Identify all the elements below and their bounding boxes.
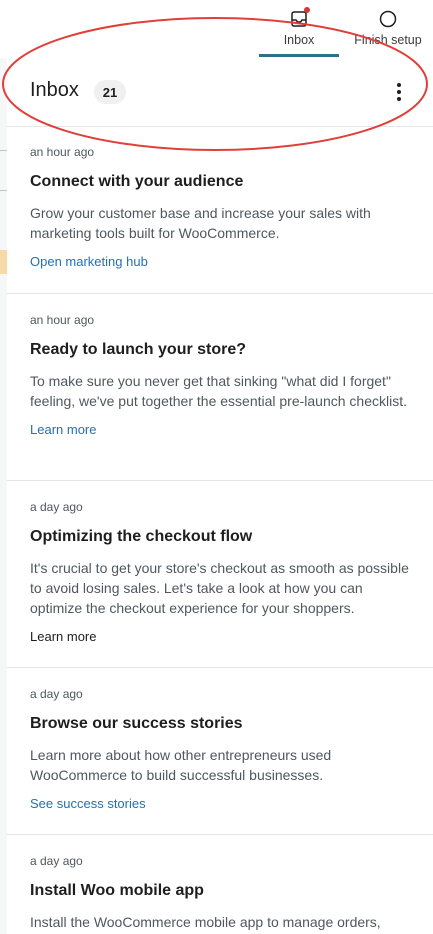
tab-finish-setup[interactable]: Finish setup: [346, 0, 430, 58]
inbox-icon: [289, 7, 310, 29]
divider: [0, 150, 7, 151]
divider: [0, 190, 7, 191]
note-timestamp: an hour ago: [30, 313, 95, 327]
tab-label: Inbox: [283, 33, 315, 47]
inbox-note: a day ago Install Woo mobile app Install…: [7, 835, 433, 934]
inbox-note: a day ago Optimizing the checkout flow I…: [7, 481, 433, 668]
more-options-button[interactable]: [391, 78, 407, 106]
note-timestamp: an hour ago: [30, 145, 95, 159]
tab-inbox[interactable]: Inbox: [262, 0, 336, 58]
note-action-link[interactable]: Learn more: [30, 629, 410, 644]
inbox-note: an hour ago Connect with your audience G…: [7, 126, 433, 294]
note-timestamp: a day ago: [30, 687, 83, 701]
note-action-link[interactable]: Open marketing hub: [30, 254, 410, 269]
highlight-strip: [0, 250, 7, 274]
activity-tabs: Inbox Finish setup: [0, 0, 433, 58]
count-badge: 21: [94, 80, 126, 104]
inbox-panel: Inbox 21 an hour ago Connect with your a…: [7, 58, 433, 934]
inbox-note: an hour ago Ready to launch your store? …: [7, 294, 433, 481]
inbox-note: a day ago Browse our success stories Lea…: [7, 668, 433, 835]
dot: [397, 90, 401, 94]
note-title: Ready to launch your store?: [30, 341, 247, 358]
note-title: Connect with your audience: [30, 173, 244, 190]
note-body: Install the WooCommerce mobile app to ma…: [30, 914, 381, 930]
notification-dot: [304, 7, 310, 13]
tab-label: Finish setup: [354, 33, 422, 47]
dot: [397, 97, 401, 101]
panel-header: Inbox 21: [7, 58, 433, 127]
note-body: Grow your customer base and increase you…: [30, 205, 371, 241]
note-body: To make sure you never get that sinking …: [30, 373, 408, 409]
active-tab-indicator: [259, 54, 339, 57]
note-title: Optimizing the checkout flow: [30, 528, 253, 545]
note-title: Browse our success stories: [30, 715, 243, 732]
note-timestamp: a day ago: [30, 854, 83, 868]
note-title: Install Woo mobile app: [30, 882, 204, 899]
note-body: Learn more about how other entrepreneurs…: [30, 747, 332, 783]
note-timestamp: a day ago: [30, 500, 83, 514]
page-title: Inbox: [30, 79, 79, 101]
note-body: It's crucial to get your store's checkou…: [30, 560, 409, 616]
circle-progress-icon: [378, 9, 398, 29]
note-action-link[interactable]: See success stories: [30, 796, 410, 811]
note-action-link[interactable]: Learn more: [30, 422, 410, 437]
dot: [397, 83, 401, 87]
